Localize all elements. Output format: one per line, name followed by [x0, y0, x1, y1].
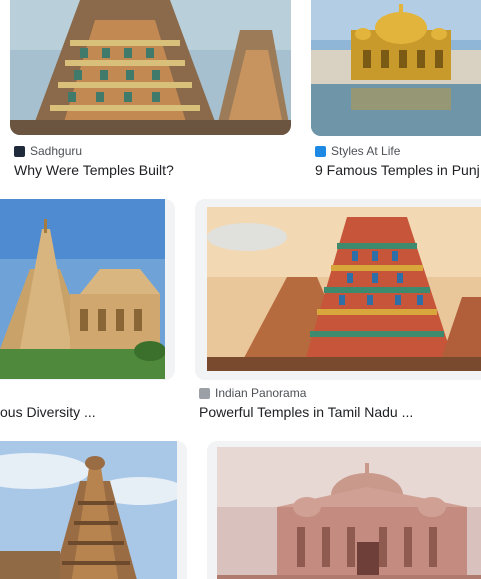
result-image-3[interactable] — [0, 199, 165, 379]
result-image-1[interactable] — [10, 0, 291, 135]
result-title-4[interactable]: Powerful Temples in Tamil Nadu ... — [199, 404, 413, 420]
result-source-2[interactable]: Styles At Life — [315, 144, 400, 158]
result-source-name: Indian Panorama — [215, 386, 307, 400]
result-title-2[interactable]: 9 Famous Temples in Punj — [315, 162, 480, 178]
result-image-4[interactable] — [207, 207, 481, 371]
result-source-4[interactable]: Indian Panorama — [199, 386, 306, 400]
result-card-5[interactable] — [0, 441, 187, 579]
result-card-6[interactable] — [207, 441, 481, 579]
indian-panorama-favicon-icon — [199, 387, 210, 399]
result-source-name: Sadhguru — [30, 144, 83, 158]
styles-at-life-favicon-icon — [315, 145, 326, 157]
image-results-grid: Sadhguru Why Were Temples Built? Styles … — [0, 0, 481, 579]
result-source-name: Styles At Life — [331, 144, 401, 158]
result-image-2[interactable] — [311, 0, 481, 136]
result-card-3[interactable] — [0, 199, 175, 380]
result-card-4[interactable] — [195, 199, 481, 380]
result-card-2[interactable] — [311, 0, 481, 136]
result-image-6[interactable] — [217, 447, 481, 579]
result-image-5[interactable] — [0, 441, 177, 579]
result-card-1[interactable] — [10, 0, 291, 135]
result-title-1[interactable]: Why Were Temples Built? — [14, 162, 174, 178]
result-source-1[interactable]: Sadhguru — [14, 144, 82, 158]
sadhguru-favicon-icon — [14, 145, 25, 157]
result-title-3[interactable]: ous Diversity ... — [0, 404, 96, 420]
